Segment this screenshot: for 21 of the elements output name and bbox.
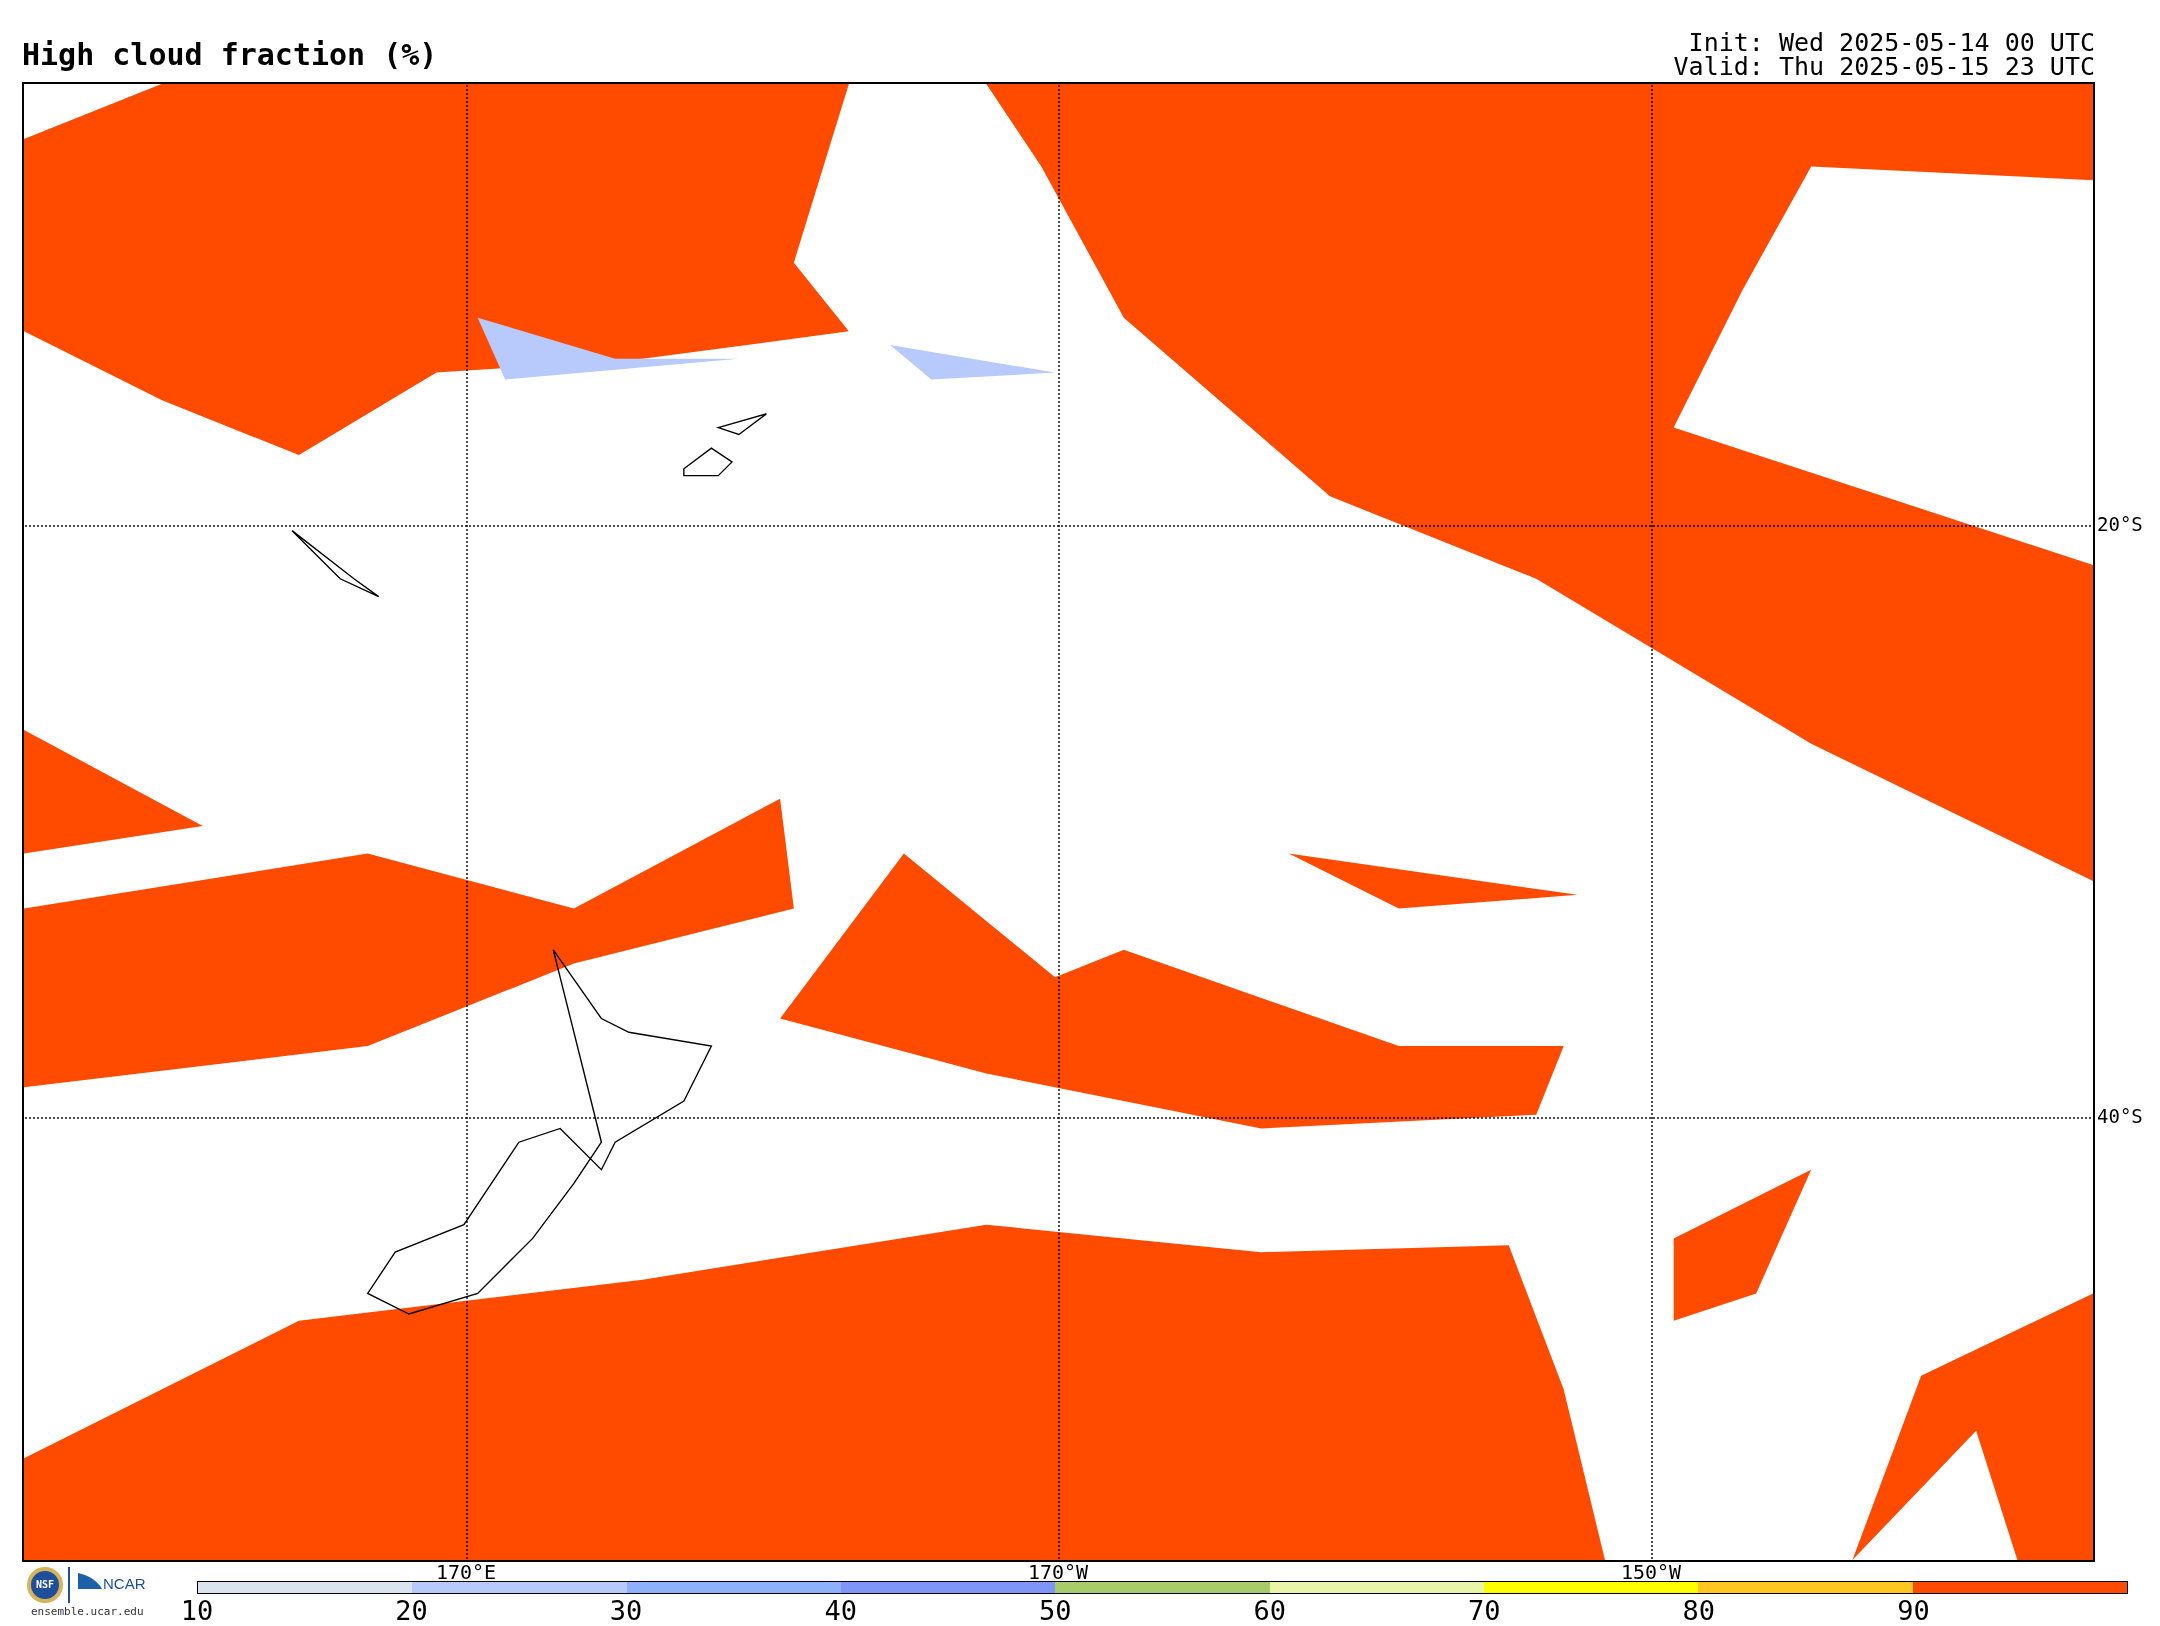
colorbar-tick-label: 80 <box>1682 1597 1716 1624</box>
seal-logo: NSF <box>27 1567 63 1603</box>
site-url: ensemble.ucar.edu <box>31 1606 144 1617</box>
colorbar-tick-label: 40 <box>824 1597 857 1624</box>
latitude-label: 20°S <box>2097 515 2143 534</box>
colorbar-tick-label: 20 <box>395 1597 428 1624</box>
chart-title: High cloud fraction (%) <box>22 40 438 70</box>
longitude-label: 170°E <box>435 1562 497 1582</box>
longitude-label: 170°W <box>1027 1562 1089 1582</box>
colorbar-tick-label: 60 <box>1253 1597 1286 1624</box>
logo-name: NCAR <box>103 1576 146 1591</box>
colorbar-tick-label: 10 <box>180 1597 214 1624</box>
colorbar-tick-label: 90 <box>1897 1597 1930 1624</box>
colorbar-tick-label: 50 <box>1038 1597 1072 1624</box>
valid-time: Valid: Thu 2025-05-15 23 UTC <box>1673 54 2095 79</box>
colorbar-tick-label: 70 <box>1468 1597 1501 1624</box>
colorbar-tick-label: 30 <box>609 1597 643 1624</box>
latitude-label: 40°S <box>2097 1107 2143 1126</box>
swoosh-icon <box>78 1573 102 1589</box>
init-time: Init: Wed 2025-05-14 00 UTC <box>1688 30 2095 55</box>
longitude-label: 150°W <box>1620 1562 1682 1582</box>
